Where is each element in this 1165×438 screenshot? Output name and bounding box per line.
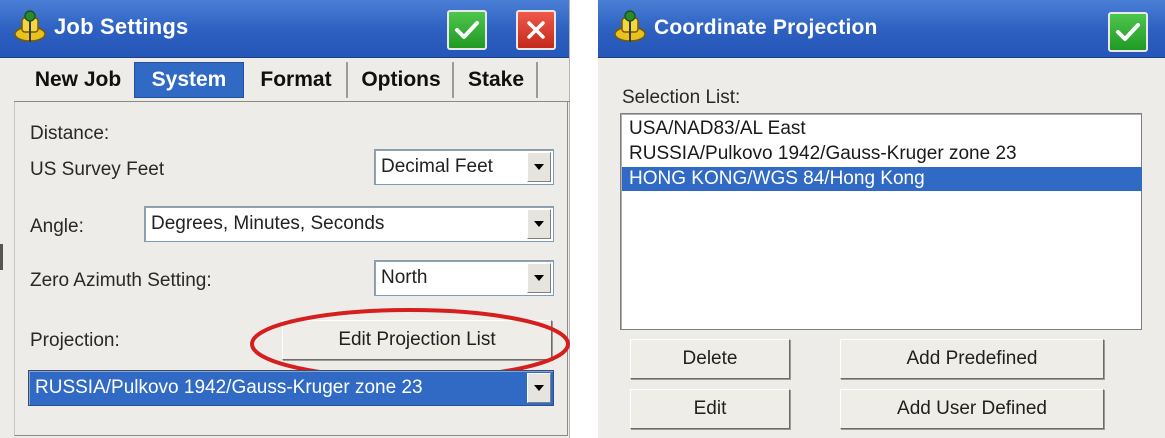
- app-logo-icon: [14, 10, 46, 42]
- selection-list-label: Selection List:: [622, 87, 741, 108]
- window-title: Job Settings: [54, 14, 189, 39]
- close-button[interactable]: [516, 10, 556, 50]
- list-item[interactable]: USA/NAD83/AL East: [622, 117, 1142, 141]
- distance-unit-label: US Survey Feet: [30, 159, 165, 180]
- ok-button[interactable]: [1108, 12, 1148, 52]
- projection-label: Projection:: [30, 330, 120, 351]
- distance-format-select[interactable]: Decimal Feet: [374, 149, 554, 185]
- tab-new-job[interactable]: New Job: [22, 62, 134, 98]
- list-item[interactable]: RUSSIA/Pulkovo 1942/Gauss-Kruger zone 23: [622, 142, 1142, 166]
- job-settings-titlebar: Job Settings: [0, 0, 569, 58]
- tab-system[interactable]: System: [134, 62, 244, 98]
- zero-azimuth-value: North: [381, 267, 428, 288]
- settings-tabs: New Job System Format Options Stake: [14, 58, 570, 102]
- tab-format[interactable]: Format: [246, 62, 348, 98]
- tab-options[interactable]: Options: [350, 62, 454, 98]
- close-x-icon: [527, 21, 545, 39]
- projection-select[interactable]: RUSSIA/Pulkovo 1942/Gauss-Kruger zone 23: [28, 370, 554, 406]
- zero-azimuth-select[interactable]: North: [374, 260, 554, 296]
- distance-format-value: Decimal Feet: [381, 156, 493, 177]
- dropdown-arrow-icon[interactable]: [527, 152, 551, 182]
- job-settings-window: Job Settings New Job System Format Optio…: [0, 0, 570, 438]
- distance-label: Distance:: [30, 123, 110, 144]
- dropdown-arrow-icon[interactable]: [527, 373, 551, 403]
- add-predefined-button[interactable]: Add Predefined: [840, 339, 1104, 379]
- angle-label: Angle:: [30, 216, 84, 237]
- angle-value: Degrees, Minutes, Seconds: [151, 213, 385, 234]
- edge-mark: [0, 244, 3, 270]
- dropdown-arrow-icon[interactable]: [527, 209, 551, 239]
- window-title: Coordinate Projection: [654, 16, 878, 39]
- projection-selection-list[interactable]: USA/NAD83/AL East RUSSIA/Pulkovo 1942/Ga…: [620, 113, 1142, 330]
- app-logo-icon: [614, 10, 646, 42]
- coordinate-projection-titlebar: Coordinate Projection: [598, 0, 1165, 58]
- add-user-defined-button[interactable]: Add User Defined: [840, 389, 1104, 429]
- edit-projection-list-button[interactable]: Edit Projection List: [282, 320, 552, 360]
- tab-stake[interactable]: Stake: [456, 62, 538, 98]
- zero-azimuth-label: Zero Azimuth Setting:: [30, 270, 212, 291]
- list-item-selected[interactable]: HONG KONG/WGS 84/Hong Kong: [622, 167, 1142, 191]
- delete-button[interactable]: Delete: [630, 339, 790, 379]
- checkmark-icon: [1116, 23, 1140, 41]
- checkmark-icon: [455, 21, 479, 39]
- projection-value: RUSSIA/Pulkovo 1942/Gauss-Kruger zone 23: [35, 377, 423, 398]
- ok-button[interactable]: [447, 10, 487, 50]
- dropdown-arrow-icon[interactable]: [527, 263, 551, 293]
- edit-button[interactable]: Edit: [630, 389, 790, 429]
- angle-select[interactable]: Degrees, Minutes, Seconds: [144, 206, 554, 242]
